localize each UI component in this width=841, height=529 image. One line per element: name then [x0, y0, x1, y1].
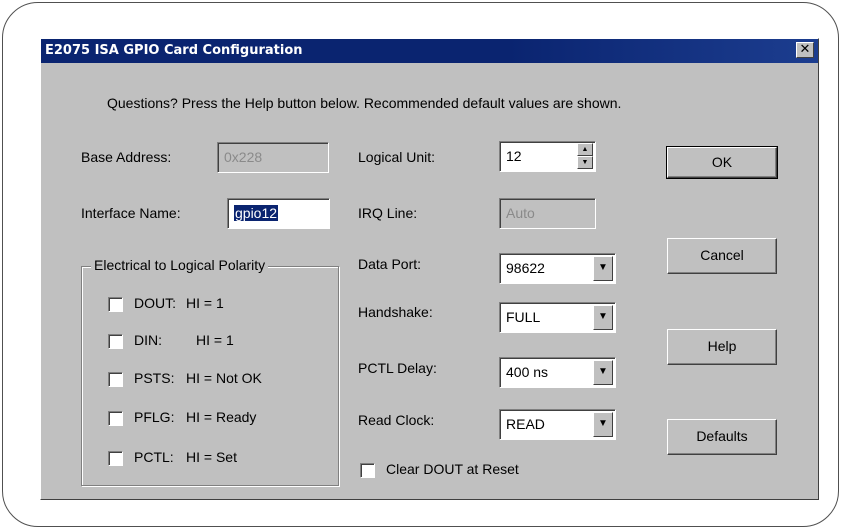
window-title: E2075 ISA GPIO Card Configuration	[45, 43, 303, 58]
title-bar[interactable]: E2075 ISA GPIO Card Configuration ✕	[41, 39, 818, 63]
irq-line-label: IRQ Line:	[358, 205, 418, 221]
psts-polarity-checkbox[interactable]	[108, 372, 123, 387]
chevron-down-icon[interactable]: ▼	[593, 256, 613, 281]
irq-line-value: Auto	[506, 205, 535, 221]
read-clock-label: Read Clock:	[358, 412, 435, 428]
read-clock-select[interactable]: READ ▼	[499, 409, 616, 440]
psts-polarity-name: PSTS:	[134, 370, 175, 386]
handshake-value: FULL	[506, 309, 541, 325]
help-button[interactable]: Help	[667, 329, 777, 365]
ok-button[interactable]: OK	[666, 146, 778, 179]
polarity-group-title: Electrical to Logical Polarity	[91, 257, 269, 273]
logical-unit-spinner[interactable]: 12 ▲ ▼	[499, 141, 596, 172]
data-port-value: 98622	[506, 260, 545, 276]
logical-unit-label: Logical Unit:	[358, 149, 436, 165]
read-clock-value: READ	[506, 416, 545, 432]
base-address-value: 0x228	[224, 149, 263, 165]
chevron-down-icon[interactable]: ▼	[593, 360, 613, 385]
defaults-button[interactable]: Defaults	[667, 419, 777, 455]
config-dialog: E2075 ISA GPIO Card Configuration ✕ Ques…	[40, 38, 819, 500]
data-port-select[interactable]: 98622 ▼	[499, 253, 616, 284]
instructions-text: Questions? Press the Help button below. …	[107, 95, 622, 111]
clear-dout-label: Clear DOUT at Reset	[386, 461, 519, 477]
base-address-label: Base Address:	[81, 149, 172, 165]
irq-line-field: Auto	[499, 198, 596, 229]
chevron-down-icon[interactable]: ▼	[593, 305, 613, 330]
pctl-delay-select[interactable]: 400 ns ▼	[499, 357, 616, 388]
pflg-polarity-desc: HI = Ready	[186, 409, 257, 425]
interface-name-label: Interface Name:	[81, 205, 181, 221]
din-polarity-checkbox[interactable]	[108, 334, 123, 349]
handshake-select[interactable]: FULL ▼	[499, 302, 616, 333]
polarity-groupbox: Electrical to Logical Polarity DOUT: HI …	[81, 257, 339, 486]
data-port-label: Data Port:	[358, 256, 422, 272]
spin-up-icon[interactable]: ▲	[577, 143, 593, 156]
pctl-polarity-desc: HI = Set	[186, 449, 237, 465]
dout-polarity-name: DOUT:	[134, 295, 176, 311]
interface-name-input[interactable]: gpio12	[227, 198, 330, 229]
spin-down-icon[interactable]: ▼	[577, 156, 593, 169]
pflg-polarity-name: PFLG:	[134, 409, 175, 425]
pctl-delay-label: PCTL Delay:	[358, 360, 437, 376]
pctl-polarity-name: PCTL:	[134, 449, 174, 465]
logical-unit-value: 12	[506, 148, 522, 164]
interface-name-value: gpio12	[234, 205, 279, 221]
dout-polarity-desc: HI = 1	[186, 295, 224, 311]
handshake-label: Handshake:	[358, 304, 433, 320]
pctl-polarity-checkbox[interactable]	[108, 451, 123, 466]
chevron-down-icon[interactable]: ▼	[593, 412, 613, 437]
pflg-polarity-checkbox[interactable]	[108, 411, 123, 426]
din-polarity-name: DIN:	[134, 332, 162, 348]
base-address-field: 0x228	[217, 142, 329, 173]
psts-polarity-desc: HI = Not OK	[186, 370, 262, 386]
pctl-delay-value: 400 ns	[506, 364, 549, 380]
din-polarity-desc: HI = 1	[196, 332, 234, 348]
close-button[interactable]: ✕	[796, 42, 814, 58]
dout-polarity-checkbox[interactable]	[108, 297, 123, 312]
cancel-button[interactable]: Cancel	[667, 238, 777, 274]
logical-unit-spin-buttons: ▲ ▼	[577, 143, 593, 170]
clear-dout-checkbox[interactable]	[360, 463, 375, 478]
close-icon: ✕	[799, 42, 811, 57]
